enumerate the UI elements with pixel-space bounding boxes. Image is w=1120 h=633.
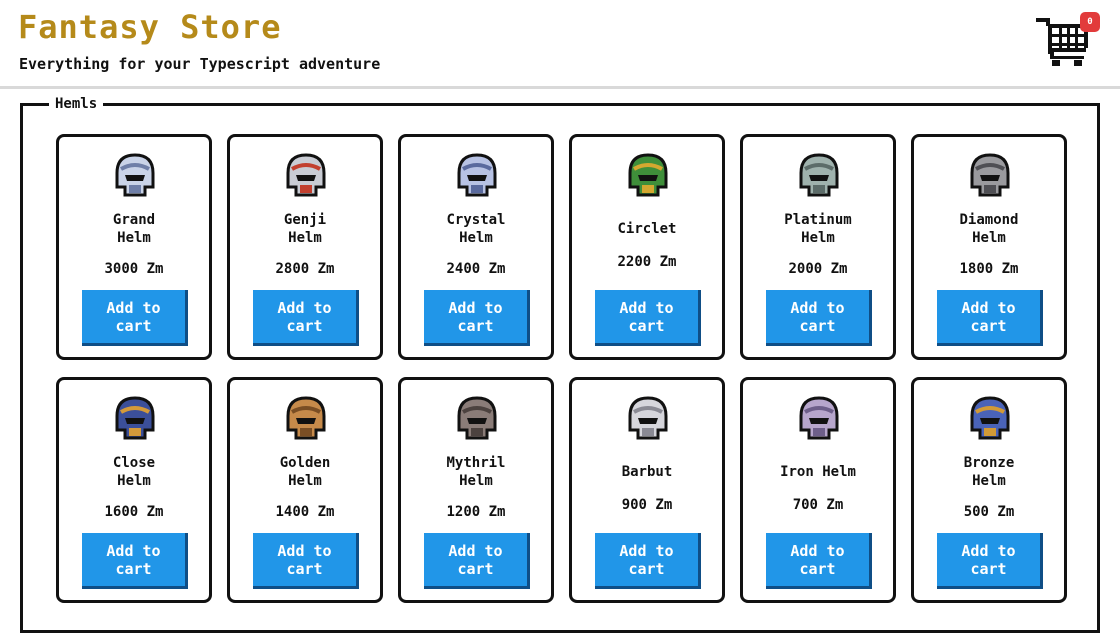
product-card: Barbut 900 Zm Add to cart [569,377,725,603]
product-name-line: Helm [117,230,151,246]
product-card: Circlet 2200 Zm Add to cart [569,134,725,360]
product-name-line: Crystal [446,212,506,228]
product-name-line: Mythril [446,455,506,471]
product-name-line: Iron Helm [780,464,856,480]
product-price: 2400 Zm [446,261,506,277]
product-name-line: Barbut [621,464,673,480]
product-name-line: Platinum [784,212,852,228]
cart-count-badge: 0 [1080,12,1100,32]
product-price: 1200 Zm [446,504,506,520]
product-name-line: Helm [288,473,322,489]
product-name-line: Helm [972,230,1006,246]
add-to-cart-button[interactable]: Add to cart [253,533,359,589]
section-title: Hemls [49,96,104,112]
helm-icon [115,153,155,197]
product-name: Iron Helm [749,452,887,492]
helm-icon [970,396,1010,440]
product-name-line: Grand [112,212,156,228]
product-name: Grand Helm [65,209,203,249]
helm-icon [457,396,497,440]
product-card: Genji Helm 2800 Zm Add to cart [227,134,383,360]
helm-icon [115,396,155,440]
add-to-cart-button[interactable]: Add to cart [766,533,872,589]
store-header: Fantasy Store Everything for your Typesc… [0,0,1120,89]
product-name-line: Circlet [617,221,677,237]
product-name-line: Helm [801,230,835,246]
add-to-cart-button[interactable]: Add to cart [424,533,530,589]
product-name: Circlet [578,209,716,249]
product-name: Golden Helm [236,452,374,492]
product-card: Bronze Helm 500 Zm Add to cart [911,377,1067,603]
add-to-cart-button[interactable]: Add to cart [595,290,701,346]
product-name: Crystal Helm [407,209,545,249]
product-card: Mythril Helm 1200 Zm Add to cart [398,377,554,603]
add-to-cart-button[interactable]: Add to cart [82,533,188,589]
product-price: 2200 Zm [617,254,677,270]
helms-section: Hemls Grand Helm 3000 Zm Add to cart Genji He… [20,96,1100,633]
product-price: 500 Zm [963,504,1015,520]
helm-icon [286,153,326,197]
helm-icon [628,396,668,440]
product-name: Mythril Helm [407,452,545,492]
add-to-cart-button[interactable]: Add to cart [595,533,701,589]
helm-icon [628,153,668,197]
product-name-line: Helm [288,230,322,246]
product-name-line: Diamond [959,212,1019,228]
product-price: 1600 Zm [104,504,164,520]
helm-icon [799,153,839,197]
product-name-line: Helm [459,473,493,489]
store-title: Fantasy Store [18,8,282,46]
product-price: 900 Zm [621,497,673,513]
product-name: Platinum Helm [749,209,887,249]
product-name-line: Genji [283,212,327,228]
helm-icon [799,396,839,440]
product-name-line: Helm [459,230,493,246]
add-to-cart-button[interactable]: Add to cart [766,290,872,346]
product-name-line: Golden [279,455,331,471]
product-name: Barbut [578,452,716,492]
product-price: 2800 Zm [275,261,335,277]
store-subtitle: Everything for your Typescript adventure [19,55,381,73]
product-card: Crystal Helm 2400 Zm Add to cart [398,134,554,360]
add-to-cart-button[interactable]: Add to cart [937,290,1043,346]
product-price: 1800 Zm [959,261,1019,277]
product-card: Diamond Helm 1800 Zm Add to cart [911,134,1067,360]
product-name-line: Helm [972,473,1006,489]
product-name-line: Close [112,455,156,471]
product-name: Bronze Helm [920,452,1058,492]
add-to-cart-button[interactable]: Add to cart [937,533,1043,589]
product-price: 1400 Zm [275,504,335,520]
product-name: Close Helm [65,452,203,492]
product-price: 2000 Zm [788,261,848,277]
product-card: Close Helm 1600 Zm Add to cart [56,377,212,603]
product-name: Genji Helm [236,209,374,249]
helm-icon [286,396,326,440]
product-card: Grand Helm 3000 Zm Add to cart [56,134,212,360]
product-card: Iron Helm 700 Zm Add to cart [740,377,896,603]
product-name-line: Helm [117,473,151,489]
helm-icon [457,153,497,197]
product-name-line: Bronze [963,455,1015,471]
product-price: 700 Zm [792,497,844,513]
product-price: 3000 Zm [104,261,164,277]
product-name: Diamond Helm [920,209,1058,249]
product-card: Golden Helm 1400 Zm Add to cart [227,377,383,603]
add-to-cart-button[interactable]: Add to cart [82,290,188,346]
product-card: Platinum Helm 2000 Zm Add to cart [740,134,896,360]
helm-icon [970,153,1010,197]
add-to-cart-button[interactable]: Add to cart [424,290,530,346]
add-to-cart-button[interactable]: Add to cart [253,290,359,346]
